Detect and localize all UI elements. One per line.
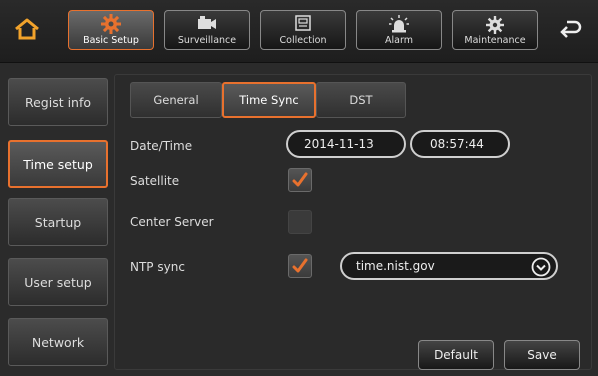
sidebar-item-label: Regist info: [24, 94, 92, 110]
tab-general-label: General: [153, 93, 199, 107]
checkmark-icon: [292, 258, 308, 273]
tab-basic-setup[interactable]: Basic Setup: [68, 10, 154, 50]
tab-collection-label: Collection: [279, 35, 327, 46]
sidebar-item-regist-info[interactable]: Regist info: [8, 78, 108, 126]
tab-time-sync-label: Time Sync: [239, 93, 299, 107]
gear-icon: [101, 14, 121, 34]
tab-surveillance-label: Surveillance: [177, 35, 237, 46]
back-button[interactable]: [554, 12, 588, 46]
date-field[interactable]: 2014-11-13: [286, 130, 406, 158]
alarm-icon: [389, 15, 409, 33]
center-server-label: Center Server: [130, 215, 214, 229]
checkmark-icon: [292, 172, 308, 187]
tab-time-sync[interactable]: Time Sync: [222, 82, 316, 118]
home-icon: [15, 18, 39, 40]
maintenance-icon: [486, 16, 504, 34]
sidebar-item-startup[interactable]: Startup: [8, 198, 108, 246]
save-button-label: Save: [527, 348, 557, 362]
sidebar-item-label: Startup: [34, 214, 82, 230]
satellite-label: Satellite: [130, 174, 180, 188]
time-value: 08:57:44: [430, 137, 484, 151]
sidebar-item-time-setup[interactable]: Time setup: [8, 140, 108, 188]
sidebar-item-label: User setup: [24, 274, 92, 290]
sidebar-item-user-setup[interactable]: User setup: [8, 258, 108, 306]
tab-maintenance[interactable]: Maintenance: [452, 10, 538, 50]
tab-alarm[interactable]: Alarm: [356, 10, 442, 50]
sidebar-item-network[interactable]: Network: [8, 318, 108, 366]
tab-alarm-label: Alarm: [385, 35, 413, 46]
top-bar: Basic Setup Surveillance Collection Alar…: [0, 0, 598, 63]
date-value: 2014-11-13: [304, 137, 374, 151]
home-button[interactable]: [10, 12, 44, 46]
ntp-server-select[interactable]: time.nist.gov: [340, 252, 558, 280]
tab-general[interactable]: General: [130, 82, 222, 118]
time-field[interactable]: 08:57:44: [410, 130, 510, 158]
tab-collection[interactable]: Collection: [260, 10, 346, 50]
tab-dst-label: DST: [349, 93, 373, 107]
datetime-label: Date/Time: [130, 139, 193, 153]
sidebar-item-label: Time setup: [23, 156, 93, 172]
satellite-checkbox[interactable]: [288, 168, 312, 192]
save-button[interactable]: Save: [504, 340, 580, 370]
tab-dst[interactable]: DST: [316, 82, 406, 118]
tab-maintenance-label: Maintenance: [464, 35, 526, 46]
ntp-sync-label: NTP sync: [130, 260, 185, 274]
tab-basic-setup-label: Basic Setup: [83, 35, 139, 46]
default-button[interactable]: Default: [418, 340, 494, 370]
default-button-label: Default: [434, 348, 478, 362]
tab-surveillance[interactable]: Surveillance: [164, 10, 250, 50]
camera-icon: [198, 16, 216, 29]
back-arrow-icon: [560, 20, 582, 38]
ntp-sync-checkbox[interactable]: [288, 254, 312, 278]
storage-icon: [295, 15, 311, 31]
center-server-checkbox[interactable]: [288, 210, 312, 234]
ntp-server-value: time.nist.gov: [356, 259, 435, 273]
chevron-down-icon: [531, 257, 551, 277]
sidebar-item-label: Network: [31, 334, 85, 350]
